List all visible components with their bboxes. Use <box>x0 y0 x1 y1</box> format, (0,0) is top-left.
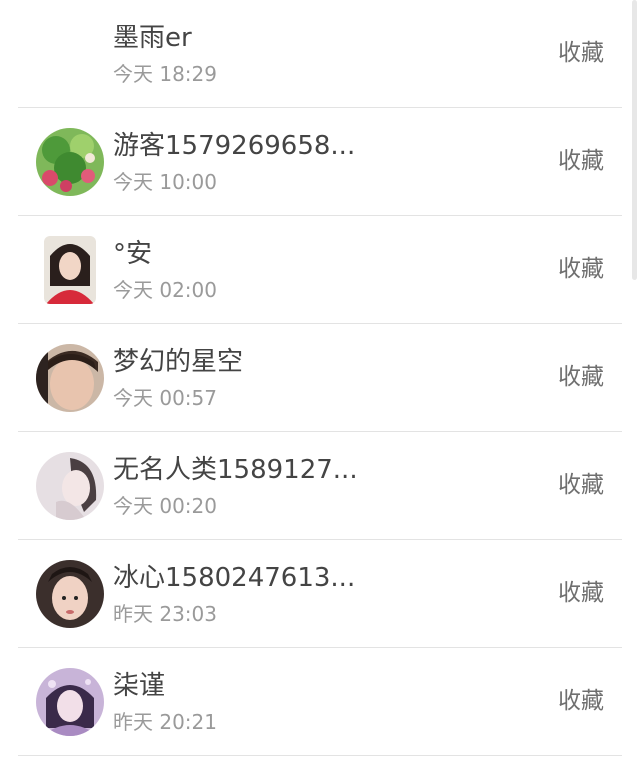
contact-name: 无名人类1589127... <box>113 455 358 485</box>
contact-name: 游客1579269658... <box>113 131 356 161</box>
contact-time: 今天 10:00 <box>113 170 217 194</box>
contact-time: 昨天 20:21 <box>113 710 217 734</box>
favorite-button[interactable]: 收藏 <box>558 146 604 176</box>
list-item[interactable]: 无名人类1589127... 今天 00:20 收藏 <box>0 432 640 540</box>
contact-time: 今天 00:57 <box>113 386 217 410</box>
favorite-button[interactable]: 收藏 <box>558 578 604 608</box>
avatar[interactable] <box>44 236 96 304</box>
contact-name: °安 <box>113 239 153 269</box>
list-item[interactable]: 梦幻的星空 今天 00:57 收藏 <box>0 324 640 432</box>
list-item[interactable]: 冰心1580247613... 昨天 23:03 收藏 <box>0 540 640 648</box>
contact-name: 柒谨 <box>113 671 166 701</box>
favorite-button[interactable]: 收藏 <box>558 254 604 284</box>
contact-name: 墨雨er <box>113 23 192 53</box>
avatar[interactable] <box>36 668 104 736</box>
avatar[interactable] <box>36 344 104 412</box>
list-item[interactable]: °安 今天 02:00 收藏 <box>0 216 640 324</box>
avatar[interactable] <box>36 128 104 196</box>
green-plant-photo <box>36 128 104 196</box>
contact-time: 今天 02:00 <box>113 278 217 302</box>
contact-time: 昨天 23:03 <box>113 602 217 626</box>
purple-girl-photo <box>36 668 104 736</box>
avatar[interactable] <box>36 560 104 628</box>
pale-girl-photo <box>36 452 104 520</box>
list-item[interactable]: 柒谨 昨天 20:21 收藏 <box>0 648 640 756</box>
list-item[interactable]: 墨雨er 今天 18:29 收藏 <box>0 0 640 108</box>
contact-name: 冰心1580247613... <box>113 563 356 593</box>
boy-face-photo <box>36 344 104 412</box>
divider <box>18 755 622 756</box>
contact-time: 今天 00:20 <box>113 494 217 518</box>
face-photo-dark <box>36 560 104 628</box>
favorite-button[interactable]: 收藏 <box>558 38 604 68</box>
list-item[interactable]: 游客1579269658... 今天 10:00 收藏 <box>0 108 640 216</box>
contact-time: 今天 18:29 <box>113 62 217 86</box>
contact-name: 梦幻的星空 <box>113 347 244 377</box>
favorite-button[interactable]: 收藏 <box>558 362 604 392</box>
scrollbar[interactable] <box>632 0 637 280</box>
favorite-button[interactable]: 收藏 <box>558 686 604 716</box>
favorite-button[interactable]: 收藏 <box>558 470 604 500</box>
avatar[interactable] <box>36 452 104 520</box>
girl-red-shirt-photo <box>44 236 96 304</box>
